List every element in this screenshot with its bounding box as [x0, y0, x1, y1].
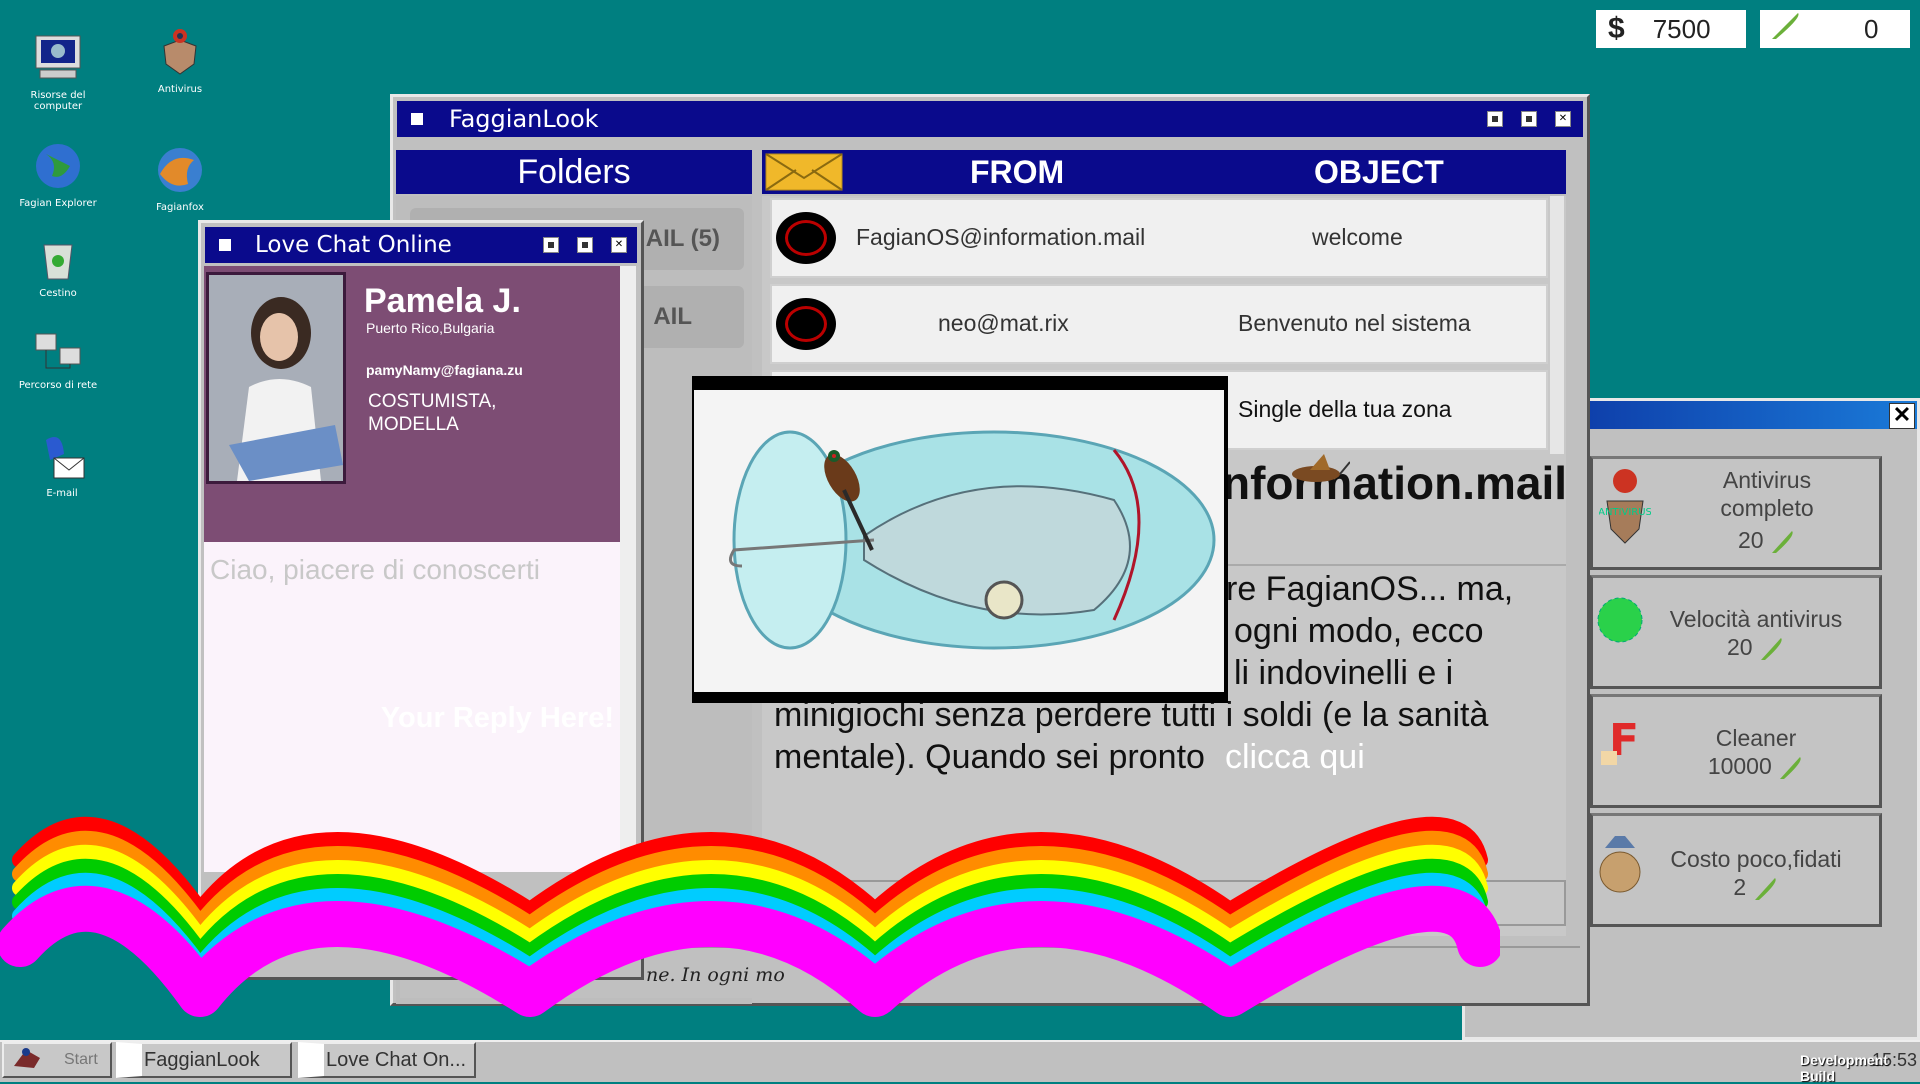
computer-icon	[30, 30, 86, 86]
chat-window-title: Love Chat Online	[255, 232, 452, 258]
mail-from: neo@mat.rix	[938, 310, 1069, 336]
close-icon[interactable]: ✕	[1555, 111, 1571, 127]
mail-list-header: FROM OBJECT	[762, 150, 1566, 194]
network-icon	[30, 328, 86, 376]
pheasant-sprite-icon	[1290, 452, 1351, 497]
feather-icon	[1780, 756, 1801, 779]
shop-item[interactable]: ANTIVIRUS Antivirus completo 20	[1590, 456, 1882, 570]
start-button[interactable]: Start	[2, 1042, 112, 1078]
mail-titlebar[interactable]: FaggianLook ✕	[397, 101, 1583, 137]
fox-icon	[152, 142, 208, 198]
mail-row[interactable]: FagianOS@information.mail welcome	[770, 198, 1548, 278]
minimize-icon[interactable]	[1487, 111, 1503, 127]
profile-job: COSTUMISTA, MODELLA	[368, 391, 497, 435]
desktop-icon-email[interactable]: E-mail	[12, 428, 112, 499]
shop-item-price: 2	[1633, 874, 1879, 902]
shop-item[interactable]: Costo poco,fidati 2	[1590, 813, 1882, 927]
desktop-icon-computer[interactable]: Risorse del computer	[8, 30, 108, 112]
money-value: 7500	[1652, 13, 1711, 44]
feather-icon	[1754, 877, 1776, 900]
money-counter: $ 7500	[1596, 10, 1746, 48]
chat-message: Ciao, piacere di conoscerti	[210, 554, 540, 585]
svg-text:ANTIVIRUS: ANTIVIRUS	[1599, 507, 1651, 518]
desktop-icon-fagianfox[interactable]: Fagianfox	[130, 142, 230, 213]
preview-sender: nformation.mail	[1222, 457, 1566, 509]
minimize-icon[interactable]	[543, 237, 559, 253]
person-icon	[209, 275, 343, 481]
column-from[interactable]: FROM	[970, 154, 1064, 191]
trash-icon	[30, 236, 86, 284]
mail-object: welcome	[1312, 224, 1403, 250]
feather-value: 0	[1864, 13, 1879, 44]
chat-profile: Pamela J. Puerto Rico,Bulgaria pamyNamy@…	[204, 266, 620, 542]
rainbow-overlay	[0, 816, 1500, 1017]
taskbar-item-faggianlook[interactable]: FaggianLook	[116, 1042, 292, 1078]
desktop-icon-label: Fagian Explorer	[19, 198, 97, 209]
mail-object: Single della tua zona	[1238, 396, 1452, 422]
maximize-icon[interactable]	[577, 237, 593, 253]
mail-object: Benvenuto nel sistema	[1238, 310, 1471, 336]
money-icon: $	[1608, 12, 1625, 45]
desktop-icon-label: Fagianfox	[156, 202, 204, 213]
feather-icon	[1771, 530, 1793, 553]
mail-from: FagianOS@information.mail	[856, 224, 1146, 250]
window-title: FaggianLook	[449, 105, 599, 133]
feather-icon	[1760, 637, 1782, 660]
sender-avatar-icon	[776, 298, 836, 350]
profile-name: Pamela J.	[364, 282, 521, 320]
shop-item-name: Antivirus	[1722, 467, 1812, 493]
antivirus-icon	[152, 24, 208, 80]
folders-header: Folders	[396, 150, 752, 194]
window-menu-icon[interactable]	[411, 113, 423, 125]
shop-item[interactable]: Velocità antivirus 20	[1590, 575, 1882, 689]
profile-location: Puerto Rico,Bulgaria	[366, 320, 495, 336]
chat-reply-input[interactable]: Your Reply Here!	[381, 702, 614, 735]
desktop-icon-label: Percorso di rete	[18, 380, 98, 391]
desktop-icon-network[interactable]: Percorso di rete	[8, 328, 108, 391]
shop-item-name: Costo poco,fidati	[1670, 846, 1842, 872]
profile-email: pamyNamy@fagiana.zu	[366, 362, 523, 378]
taskbar-item-love-chat[interactable]: Love Chat On...	[298, 1042, 476, 1078]
sender-avatar-icon	[776, 212, 836, 264]
clicca-qui-link[interactable]: clicca qui	[1225, 738, 1365, 776]
shop-item-name: completo	[1720, 495, 1814, 521]
globe-icon	[30, 138, 86, 194]
mail-row[interactable]: neo@mat.rix Benvenuto nel sistema	[770, 284, 1548, 364]
envelope-icon	[764, 152, 844, 200]
chat-titlebar[interactable]: Love Chat Online ✕	[205, 227, 637, 263]
video-popup[interactable]	[692, 376, 1228, 703]
antivirus-icon: ANTIVIRUS	[1598, 467, 1652, 553]
start-logo-icon	[10, 1044, 44, 1076]
email-icon	[34, 428, 90, 484]
development-build-watermark: Development Build	[1800, 1052, 1888, 1084]
profile-photo	[206, 272, 346, 484]
close-icon[interactable]: ✕	[611, 237, 627, 253]
shop-item[interactable]: F Cleaner 10000	[1590, 694, 1882, 808]
desktop-icon-label: Cestino	[39, 288, 77, 299]
desktop-icon-fagian-explorer[interactable]: Fagian Explorer	[8, 138, 108, 209]
feather-counter: 0	[1760, 10, 1910, 48]
column-object[interactable]: OBJECT	[1314, 154, 1444, 191]
shop-item-price: 20	[1655, 527, 1879, 555]
desktop-icon-label: Risorse del computer	[30, 90, 86, 112]
maximize-icon[interactable]	[1521, 111, 1537, 127]
desktop-icon-antivirus[interactable]: Antivirus	[130, 24, 230, 95]
chat-scrollbar[interactable]	[620, 266, 636, 872]
fish-in-jar-illustration	[728, 430, 1216, 650]
feather-icon	[1768, 11, 1804, 48]
window-menu-icon[interactable]	[219, 239, 231, 251]
shop-item-price: 10000	[1633, 753, 1879, 781]
shop-item-price: 20	[1633, 634, 1879, 662]
shop-item-name: Velocità antivirus	[1669, 606, 1843, 632]
close-icon[interactable]: ✕	[1889, 403, 1915, 429]
desktop-icon-cestino[interactable]: Cestino	[8, 236, 108, 299]
desktop-icon-label: E-mail	[46, 488, 78, 499]
shop-item-name: Cleaner	[1715, 725, 1797, 751]
desktop-icon-label: Antivirus	[157, 84, 203, 95]
popup-image	[694, 390, 1224, 692]
